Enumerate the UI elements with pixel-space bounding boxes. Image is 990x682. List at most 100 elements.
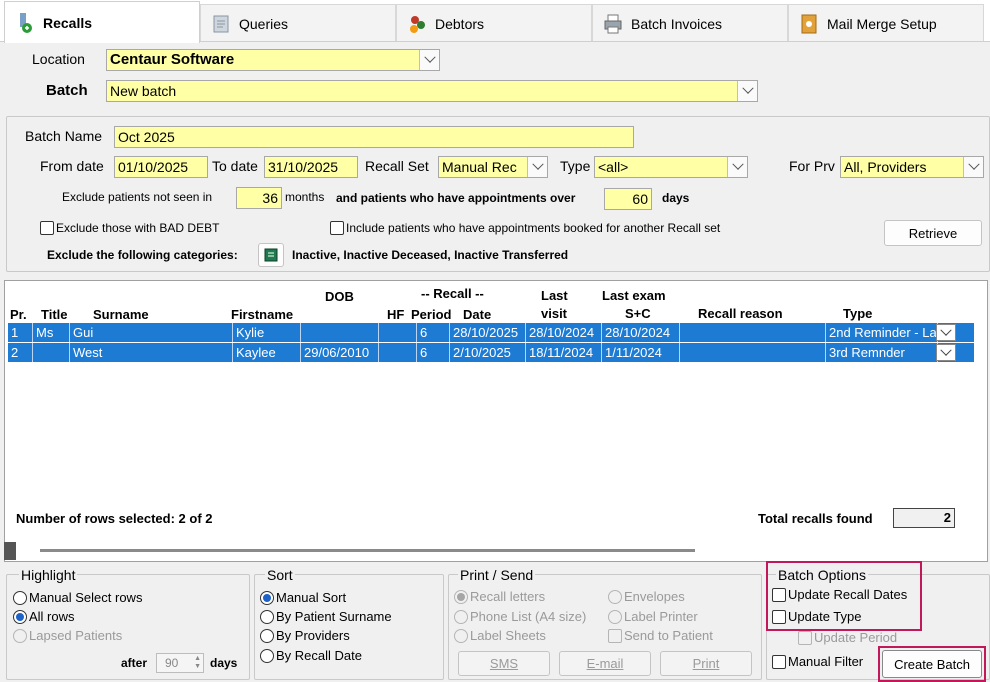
retrieve-button[interactable]: Retrieve bbox=[884, 220, 982, 246]
sms-button[interactable]: SMS bbox=[458, 651, 550, 676]
another-recall-label: Include patients who have appointments b… bbox=[346, 221, 721, 235]
sort-providers-radio[interactable]: By Providers bbox=[260, 628, 350, 643]
radio-icon[interactable] bbox=[454, 589, 468, 604]
queries-icon bbox=[213, 15, 229, 32]
phone-list-radio[interactable]: Phone List (A4 size) bbox=[454, 609, 586, 624]
another-recall-checkbox[interactable]: Include patients who have appointments b… bbox=[330, 221, 720, 235]
label-printer-radio[interactable]: Label Printer bbox=[608, 609, 698, 624]
rows-selected-text: Number of rows selected: 2 of 2 bbox=[16, 511, 213, 526]
tab-recalls[interactable]: Recalls bbox=[4, 1, 200, 43]
tab-batch-invoices-label: Batch Invoices bbox=[631, 15, 723, 32]
radio-icon[interactable] bbox=[13, 590, 27, 605]
after-days-stepper[interactable]: 90 ▲ ▼ bbox=[156, 653, 204, 673]
to-date-input[interactable]: 31/10/2025 bbox=[264, 156, 358, 178]
highlight-all-radio[interactable]: All rows bbox=[13, 609, 75, 624]
exclude-not-seen-label: Exclude patients not seen in bbox=[62, 190, 213, 204]
cell-title bbox=[33, 343, 70, 362]
radio-icon[interactable] bbox=[13, 609, 27, 624]
batch-label: Batch bbox=[46, 82, 88, 99]
highlight-lapsed-label: Lapsed Patients bbox=[29, 628, 123, 643]
recall-icon bbox=[20, 12, 32, 33]
col-last-exam-top: Last exam bbox=[602, 288, 666, 303]
tab-mail-merge-setup[interactable]: Mail Merge Setup bbox=[788, 4, 984, 42]
send-to-patient-label: Send to Patient bbox=[624, 628, 713, 643]
chevron-down-icon[interactable] bbox=[527, 157, 547, 177]
col-last-visit-top: Last bbox=[541, 288, 568, 303]
categories-button[interactable] bbox=[258, 243, 284, 267]
horizontal-scrollbar[interactable] bbox=[40, 549, 695, 552]
chevron-down-icon[interactable] bbox=[727, 157, 747, 177]
label-sheets-label: Label Sheets bbox=[470, 628, 546, 643]
cell-period: 6 bbox=[417, 323, 450, 342]
tab-debtors[interactable]: Debtors bbox=[396, 4, 592, 42]
create-batch-button[interactable]: Create Batch bbox=[882, 650, 982, 678]
batch-select[interactable]: New batch bbox=[106, 80, 758, 102]
batch-name-input[interactable]: Oct 2025 bbox=[114, 126, 634, 148]
tab-queries-label: Queries bbox=[239, 15, 289, 32]
radio-icon[interactable] bbox=[608, 609, 622, 624]
checkbox-icon[interactable] bbox=[608, 628, 622, 643]
bad-debt-checkbox[interactable]: Exclude those with BAD DEBT bbox=[40, 221, 219, 235]
chevron-down-icon[interactable] bbox=[936, 344, 956, 361]
checkbox-icon[interactable] bbox=[772, 609, 786, 624]
radio-icon[interactable] bbox=[260, 628, 274, 643]
highlight-manual-label: Manual Select rows bbox=[29, 590, 143, 605]
radio-icon[interactable] bbox=[260, 609, 274, 624]
radio-icon[interactable] bbox=[260, 590, 274, 605]
send-to-patient-checkbox[interactable]: Send to Patient bbox=[608, 628, 713, 643]
envelopes-radio[interactable]: Envelopes bbox=[608, 589, 685, 604]
tab-recalls-label: Recalls bbox=[43, 14, 93, 31]
radio-icon[interactable] bbox=[260, 648, 274, 663]
update-period-label: Update Period bbox=[814, 630, 898, 645]
chevron-down-icon[interactable] bbox=[419, 50, 439, 70]
radio-icon[interactable] bbox=[13, 628, 27, 643]
chevron-down-icon[interactable] bbox=[936, 324, 956, 341]
scrollbar-thumb[interactable] bbox=[4, 542, 16, 560]
checkbox-icon[interactable] bbox=[772, 587, 786, 602]
checkbox-icon[interactable] bbox=[40, 221, 54, 235]
checkbox-icon[interactable] bbox=[330, 221, 344, 235]
checkbox-icon[interactable] bbox=[798, 630, 812, 645]
update-recall-dates-checkbox[interactable]: Update Recall Dates bbox=[772, 587, 907, 602]
update-type-checkbox[interactable]: Update Type bbox=[772, 609, 861, 624]
from-date-input[interactable]: 01/10/2025 bbox=[114, 156, 208, 178]
cell-firstname: Kylie bbox=[233, 323, 301, 342]
tab-batch-invoices[interactable]: Batch Invoices bbox=[592, 4, 788, 42]
cell-firstname: Kaylee bbox=[233, 343, 301, 362]
sort-surname-radio[interactable]: By Patient Surname bbox=[260, 609, 392, 624]
categories-label: Exclude the following categories: bbox=[47, 248, 238, 262]
sort-recall-date-radio[interactable]: By Recall Date bbox=[260, 648, 362, 663]
spinner-arrows-icon[interactable]: ▲ ▼ bbox=[194, 655, 201, 671]
print-button[interactable]: Print bbox=[660, 651, 752, 676]
appointments-over-label: and patients who have appointments over bbox=[336, 191, 576, 205]
col-period: Period bbox=[411, 307, 452, 322]
type-select[interactable]: <all> bbox=[594, 156, 748, 178]
cell-pr: 2 bbox=[8, 343, 33, 362]
chevron-down-icon[interactable] bbox=[737, 81, 757, 101]
label-sheets-radio[interactable]: Label Sheets bbox=[454, 628, 546, 643]
radio-icon[interactable] bbox=[608, 589, 622, 604]
location-select[interactable]: Centaur Software bbox=[106, 49, 440, 71]
chevron-down-icon[interactable] bbox=[963, 157, 983, 177]
col-pr: Pr. bbox=[10, 307, 27, 322]
table-row[interactable]: 1 Ms Gui Kylie 6 28/10/2025 28/10/2024 2… bbox=[8, 323, 974, 342]
sort-surname-label: By Patient Surname bbox=[276, 609, 392, 624]
highlight-lapsed-radio[interactable]: Lapsed Patients bbox=[13, 628, 122, 643]
recall-set-select[interactable]: Manual Rec bbox=[438, 156, 548, 178]
checkbox-icon[interactable] bbox=[772, 654, 786, 669]
table-row[interactable]: 2 West Kaylee 29/06/2010 6 2/10/2025 18/… bbox=[8, 343, 974, 362]
sort-title: Sort bbox=[265, 567, 295, 583]
radio-icon[interactable] bbox=[454, 609, 468, 624]
manual-filter-checkbox[interactable]: Manual Filter bbox=[772, 654, 863, 669]
email-button[interactable]: E-mail bbox=[559, 651, 651, 676]
for-prv-select[interactable]: All, Providers bbox=[840, 156, 984, 178]
months-input[interactable]: 36 bbox=[236, 187, 282, 209]
tab-queries[interactable]: Queries bbox=[200, 4, 396, 42]
highlight-manual-radio[interactable]: Manual Select rows bbox=[13, 590, 142, 605]
cell-reason bbox=[680, 323, 826, 342]
appointments-days-input[interactable]: 60 bbox=[604, 188, 652, 210]
recall-letters-radio[interactable]: Recall letters bbox=[454, 589, 545, 604]
update-period-checkbox[interactable]: Update Period bbox=[798, 630, 897, 645]
sort-manual-radio[interactable]: Manual Sort bbox=[260, 590, 346, 605]
radio-icon[interactable] bbox=[454, 628, 468, 643]
